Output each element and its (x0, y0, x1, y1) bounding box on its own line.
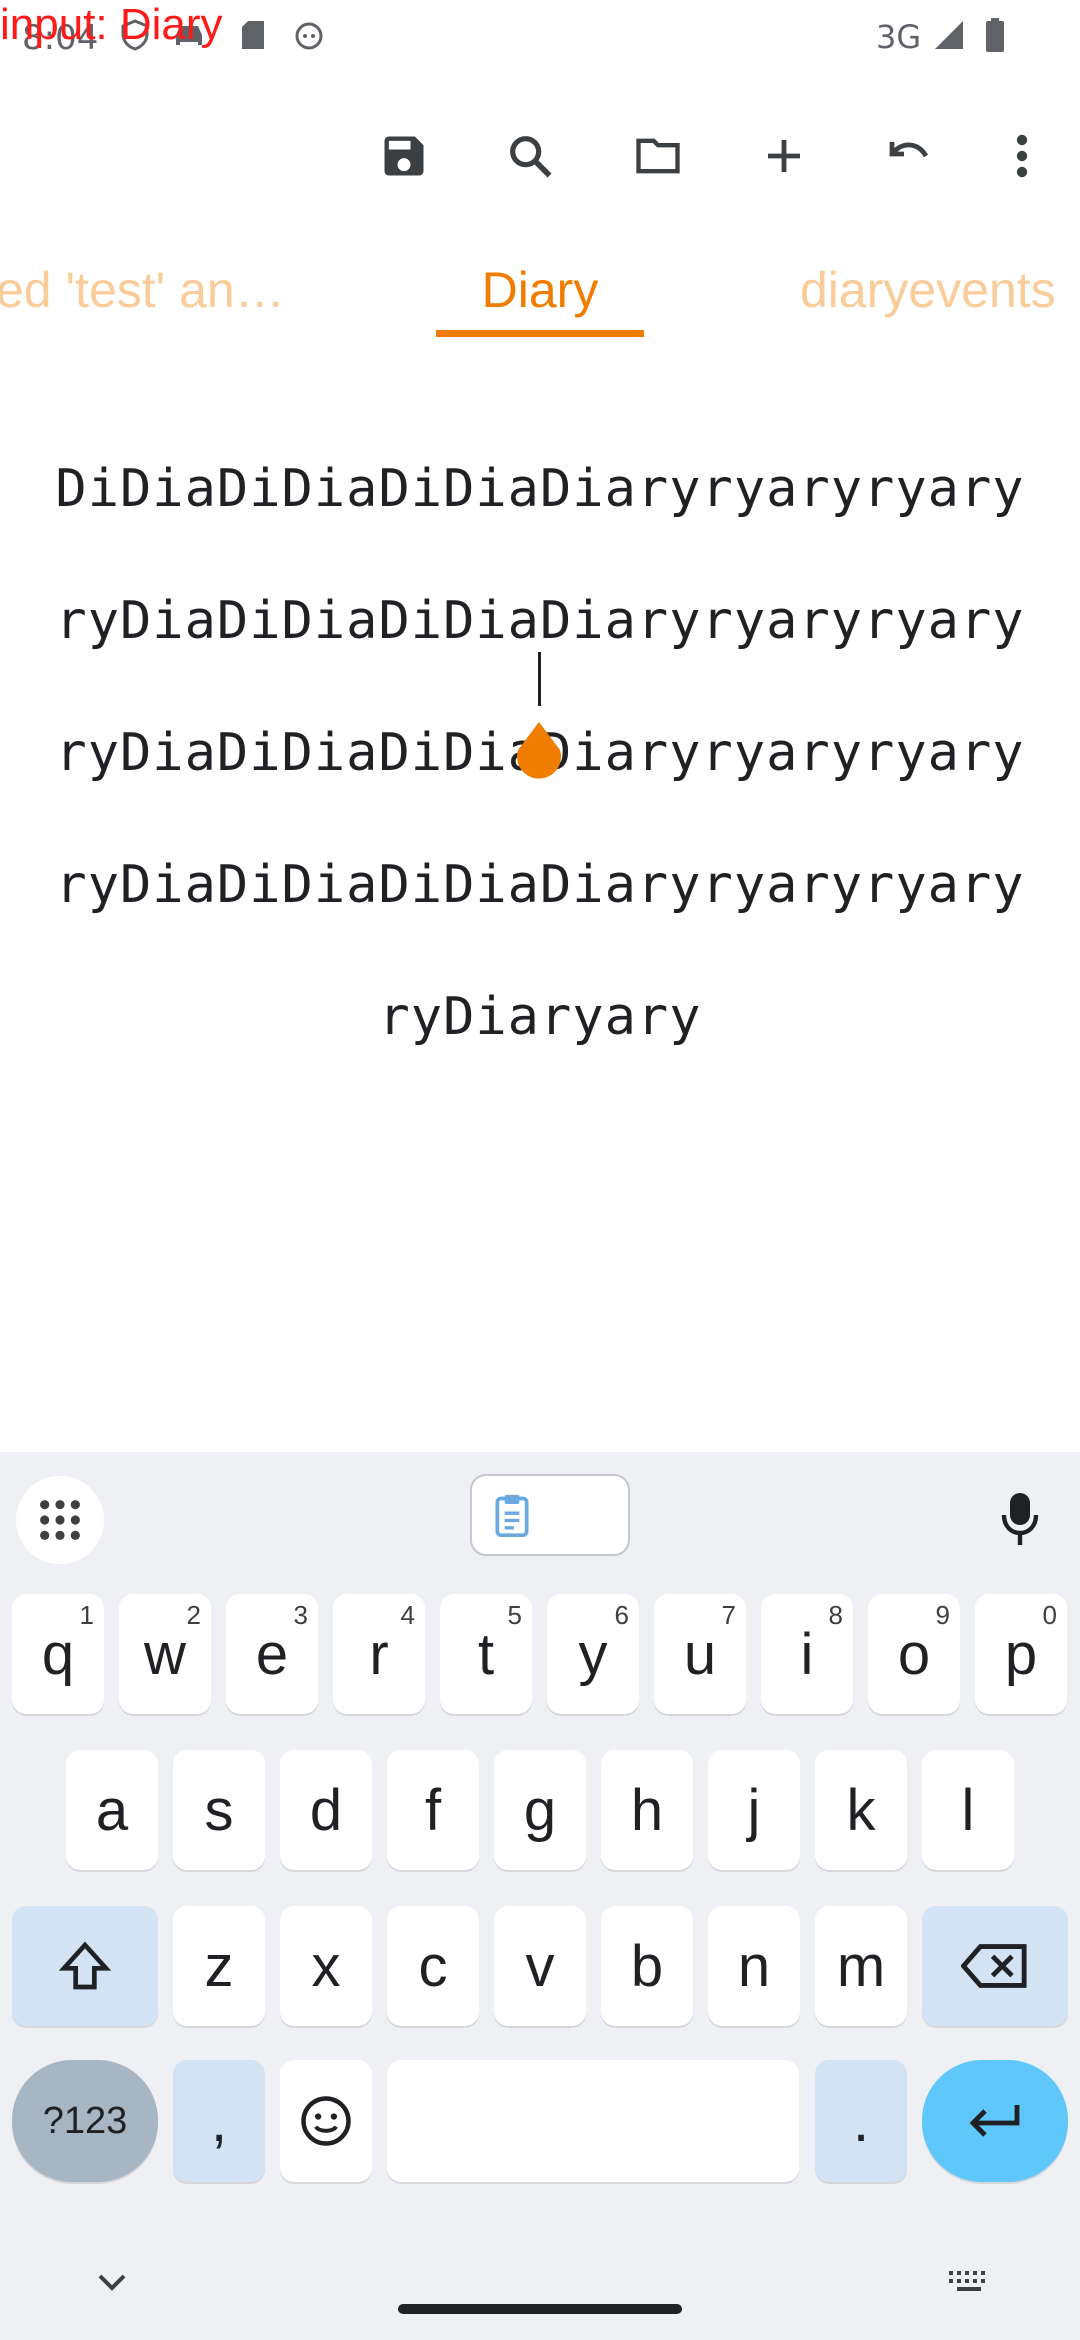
sd-card-icon (236, 18, 270, 52)
comma-key[interactable]: , (173, 2060, 265, 2182)
key-t[interactable]: t5 (440, 1594, 532, 1714)
signal-icon (932, 18, 966, 52)
space-key[interactable] (387, 2060, 799, 2182)
key-c[interactable]: c (387, 1906, 479, 2026)
key-f[interactable]: f (387, 1750, 479, 1870)
key-l[interactable]: l (922, 1750, 1014, 1870)
home-indicator[interactable] (398, 2304, 682, 2314)
chevron-down-icon (98, 2274, 126, 2291)
key-label: w (144, 1621, 186, 1687)
clipboard-icon (495, 1494, 529, 1537)
enter-icon (969, 2105, 1020, 2137)
key-label: y (578, 1621, 608, 1687)
save-icon (384, 136, 424, 176)
key-hint: 1 (79, 1600, 94, 1630)
key-label: q (41, 1621, 75, 1687)
android-icon (292, 18, 326, 52)
undo-button[interactable] (874, 120, 946, 192)
keyboard-menu-button[interactable] (16, 1476, 104, 1564)
key-r[interactable]: r4 (333, 1594, 425, 1714)
symbols-key[interactable]: ?123 (12, 2060, 158, 2182)
key-m[interactable]: m (815, 1906, 907, 2026)
key-hint: 9 (935, 1600, 950, 1630)
editor-line: DiDiaDiDiaDiDiaDiaryryaryryary (55, 459, 1025, 519)
backspace-key[interactable] (922, 1906, 1068, 2026)
voice-input-button[interactable] (990, 1484, 1050, 1554)
key-label: t (477, 1621, 495, 1687)
more-options-button[interactable] (986, 120, 1058, 192)
keyboard-icon (949, 2271, 985, 2291)
active-tab-indicator (436, 330, 644, 337)
key-g[interactable]: g (494, 1750, 586, 1870)
key-k[interactable]: k (815, 1750, 907, 1870)
new-file-button[interactable] (748, 120, 820, 192)
file-tabs: ed 'test' an… Diary diaryevents (0, 240, 1080, 340)
search-button[interactable] (494, 120, 566, 192)
apps-grid-icon (40, 1500, 80, 1540)
editor-line: ryDiaDiDiaDiDiaDiaryryaryryary (55, 591, 1025, 651)
key-z[interactable]: z (173, 1906, 265, 2026)
shift-key[interactable] (12, 1906, 158, 2026)
key-label: p (1004, 1621, 1038, 1687)
key-e[interactable]: e3 (226, 1594, 318, 1714)
key-q[interactable]: q1 (12, 1594, 104, 1714)
key-hint: 5 (507, 1600, 522, 1630)
key-u[interactable]: u7 (654, 1594, 746, 1714)
enter-key[interactable] (922, 2060, 1068, 2182)
key-s[interactable]: s (173, 1750, 265, 1870)
more-icon (1016, 134, 1028, 178)
key-hint: 4 (400, 1600, 415, 1630)
tab-diaryevents[interactable]: diaryevents (800, 240, 1056, 340)
save-button[interactable] (368, 120, 440, 192)
key-hint: 3 (293, 1600, 308, 1630)
key-hint: 8 (828, 1600, 843, 1630)
key-label: u (683, 1621, 717, 1687)
key-w[interactable]: w2 (119, 1594, 211, 1714)
key-hint: 0 (1042, 1600, 1057, 1630)
open-folder-button[interactable] (622, 120, 694, 192)
key-a[interactable]: a (66, 1750, 158, 1870)
folder-icon (636, 138, 680, 174)
network-type: 3G (876, 18, 922, 56)
key-label: o (897, 1621, 931, 1687)
editor-line: ryDiaryary (378, 987, 702, 1047)
key-i[interactable]: i8 (761, 1594, 853, 1714)
cursor-handle[interactable] (512, 722, 566, 782)
emoji-key[interactable] (280, 2060, 372, 2182)
clipboard-button[interactable] (470, 1474, 630, 1556)
key-b[interactable]: b (601, 1906, 693, 2026)
key-label: e (255, 1621, 289, 1687)
microphone-icon (1001, 1493, 1039, 1545)
key-p[interactable]: p0 (975, 1594, 1067, 1714)
key-x[interactable]: x (280, 1906, 372, 2026)
key-hint: 7 (721, 1600, 736, 1630)
emoji-icon (301, 2096, 351, 2146)
undo-icon (889, 142, 929, 158)
period-key[interactable]: . (815, 2060, 907, 2182)
text-cursor (538, 652, 541, 706)
add-icon (768, 140, 800, 172)
key-n[interactable]: n (708, 1906, 800, 2026)
tab-diary[interactable]: Diary (436, 240, 644, 340)
key-hint: 6 (614, 1600, 629, 1630)
switch-keyboard-button[interactable] (944, 2262, 994, 2302)
backspace-icon (961, 1944, 1027, 1988)
search-icon (510, 136, 552, 178)
key-v[interactable]: v (494, 1906, 586, 2026)
key-label: r (369, 1621, 389, 1687)
key-o[interactable]: o9 (868, 1594, 960, 1714)
key-hint: 2 (186, 1600, 201, 1630)
debug-overlay-text: input: Diary (0, 0, 223, 49)
shift-icon (58, 1941, 112, 1990)
editor-line: ryDiaDiDiaDiDiaDiaryryaryryary (55, 855, 1025, 915)
key-h[interactable]: h (601, 1750, 693, 1870)
battery-icon (978, 18, 1012, 52)
key-j[interactable]: j (708, 1750, 800, 1870)
hide-keyboard-button[interactable] (90, 2262, 134, 2302)
key-y[interactable]: y6 (547, 1594, 639, 1714)
key-d[interactable]: d (280, 1750, 372, 1870)
key-label: i (800, 1621, 814, 1687)
on-screen-keyboard (0, 1452, 1080, 2340)
tab-test[interactable]: ed 'test' an… (0, 240, 285, 340)
